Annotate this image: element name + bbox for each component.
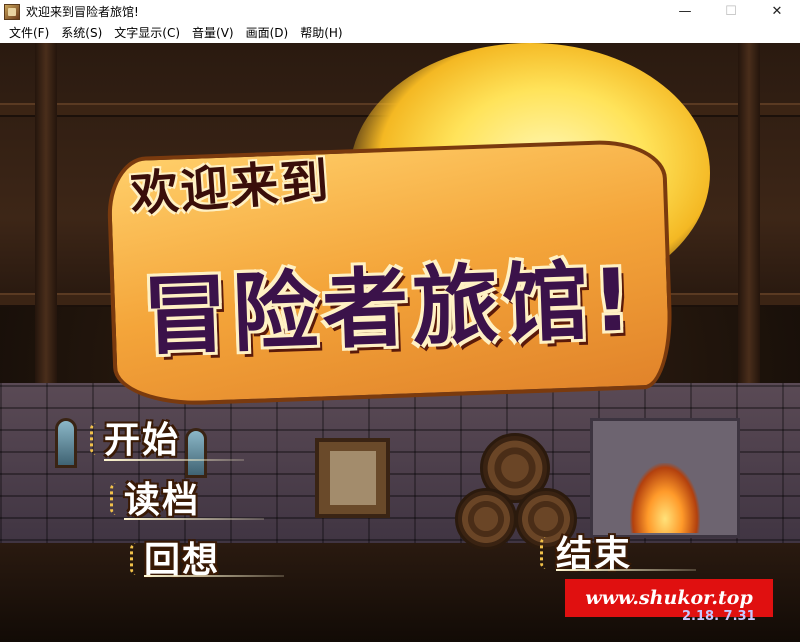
title-bar: 欢迎来到冒险者旅馆! — ☐ ✕ — [0, 0, 800, 23]
vine-decoration-icon — [540, 537, 554, 569]
menu-text-display[interactable]: 文字显示(C) — [108, 23, 186, 43]
menu-screen[interactable]: 画面(D) — [240, 23, 295, 43]
game-window: 欢迎来到冒险者旅馆! — ☐ ✕ 文件(F) 系统(S) 文字显示(C) 音量(… — [0, 0, 800, 642]
load-option[interactable]: 读档 — [124, 471, 200, 523]
minimize-button[interactable]: — — [662, 0, 708, 23]
load-underline — [124, 518, 264, 520]
start-option[interactable]: 开始 — [104, 411, 180, 463]
menu-volume[interactable]: 音量(V) — [186, 23, 240, 43]
arched-window — [55, 418, 77, 468]
window-controls: — ☐ ✕ — [662, 0, 800, 23]
menu-file[interactable]: 文件(F) — [3, 23, 55, 43]
notice-paper — [330, 451, 376, 505]
maximize-button[interactable]: ☐ — [708, 0, 754, 23]
watermark-text: www.shukor.top — [585, 587, 753, 609]
menu-system[interactable]: 系统(S) — [55, 23, 108, 43]
fire — [630, 463, 700, 533]
start-underline — [104, 459, 244, 461]
close-button[interactable]: ✕ — [754, 0, 800, 23]
recollection-underline — [144, 575, 284, 577]
version-label: 2.18. 7.31 — [682, 609, 756, 624]
app-icon — [4, 3, 20, 20]
logo-welcome-text: 欢迎来到 — [128, 153, 333, 223]
window-title: 欢迎来到冒险者旅馆! — [26, 5, 139, 19]
vine-decoration-icon — [110, 483, 124, 515]
logo-title-text: 冒险者旅馆! — [140, 250, 638, 368]
exit-underline — [556, 569, 696, 571]
vine-decoration-icon — [90, 423, 104, 455]
barrel — [455, 488, 517, 550]
game-canvas[interactable]: 欢迎来到 冒险者旅馆! 开始 读档 回想 结束 www.shukor.top 2… — [0, 43, 800, 642]
vine-decoration-icon — [130, 543, 144, 575]
menu-bar: 文件(F) 系统(S) 文字显示(C) 音量(V) 画面(D) 帮助(H) — [0, 23, 800, 43]
menu-help[interactable]: 帮助(H) — [294, 23, 348, 43]
